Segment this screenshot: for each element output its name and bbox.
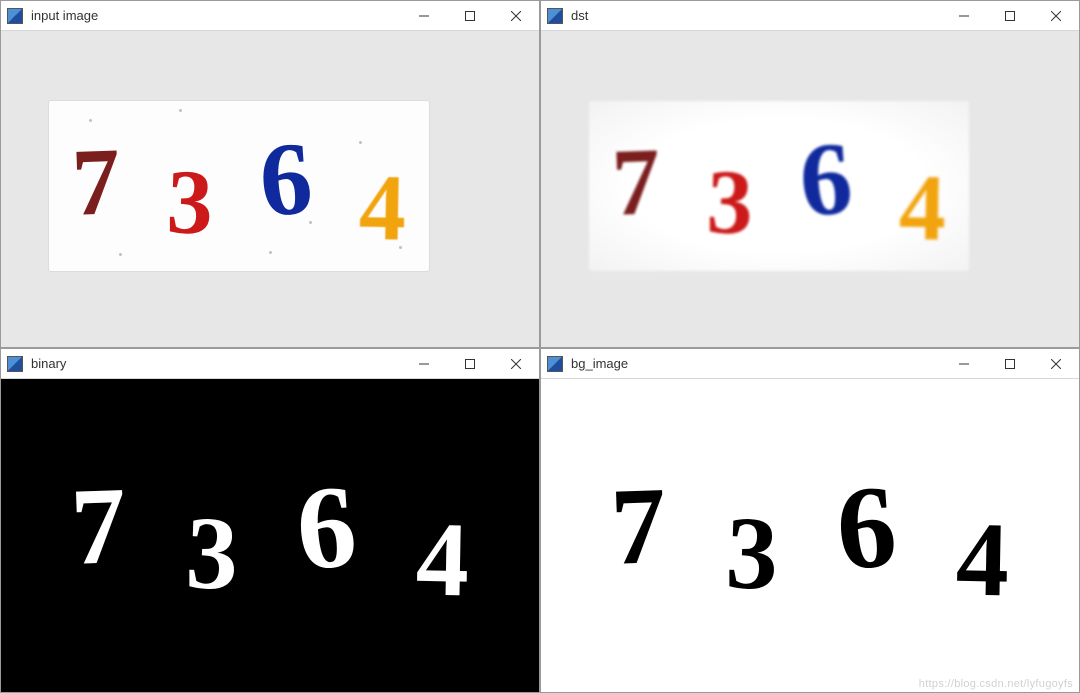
window-title: bg_image [571, 356, 628, 371]
titlebar-binary[interactable]: binary [1, 349, 539, 379]
noise-speck [269, 251, 272, 254]
minimize-button[interactable] [941, 349, 987, 379]
digit-7: 7 [69, 470, 128, 582]
app-icon [547, 8, 563, 24]
captcha-card: 7 3 6 4 [589, 101, 969, 271]
close-button[interactable] [1033, 1, 1079, 31]
noise-speck [399, 246, 402, 249]
app-icon [7, 8, 23, 24]
captcha-card: 7 3 6 4 [49, 101, 429, 271]
minimize-button[interactable] [401, 349, 447, 379]
digit-7: 7 [609, 470, 668, 582]
digit-6: 6 [293, 467, 360, 589]
maximize-button[interactable] [447, 1, 493, 31]
digit-4: 4 [898, 161, 947, 256]
digit-7: 7 [611, 133, 662, 231]
digit-3: 3 [724, 501, 780, 607]
noise-speck [359, 141, 362, 144]
window-title: dst [571, 8, 588, 23]
close-button[interactable] [493, 1, 539, 31]
window-input-image: input image 7 3 6 4 [0, 0, 540, 348]
digit-row: 7 3 6 4 [49, 101, 429, 271]
maximize-button[interactable] [987, 349, 1033, 379]
minimize-button[interactable] [401, 1, 447, 31]
digit-6: 6 [833, 467, 900, 589]
digit-6: 6 [256, 126, 315, 233]
app-icon [7, 356, 23, 372]
titlebar-input-image[interactable]: input image [1, 1, 539, 31]
noise-speck [309, 221, 312, 224]
titlebar-dst[interactable]: dst [541, 1, 1079, 31]
close-button[interactable] [1033, 349, 1079, 379]
digit-4: 4 [415, 506, 470, 613]
window-title: input image [31, 8, 98, 23]
digit-3: 3 [706, 155, 755, 249]
minimize-button[interactable] [941, 1, 987, 31]
digit-6: 6 [796, 126, 855, 233]
window-title: binary [31, 356, 66, 371]
digit-3: 3 [184, 501, 240, 607]
titlebar-bg-image[interactable]: bg_image [541, 349, 1079, 379]
digit-row: 7 3 6 4 [589, 101, 969, 271]
window-binary: binary 7 3 6 4 [0, 348, 540, 693]
noise-speck [89, 119, 92, 122]
digit-7: 7 [71, 133, 122, 231]
digit-4: 4 [358, 161, 407, 256]
digit-row: 7 3 6 4 [541, 379, 1079, 692]
digit-4: 4 [955, 506, 1010, 613]
digit-3: 3 [166, 155, 215, 249]
window-bg-image: bg_image 7 3 6 4 https://blog.csdn.net/l… [540, 348, 1080, 693]
digit-row: 7 3 6 4 [1, 379, 539, 692]
image-canvas: 7 3 6 4 https://blog.csdn.net/lyfugoyfs [541, 379, 1079, 692]
maximize-button[interactable] [987, 1, 1033, 31]
image-canvas: 7 3 6 4 [1, 31, 539, 347]
close-button[interactable] [493, 349, 539, 379]
watermark-text: https://blog.csdn.net/lyfugoyfs [919, 678, 1073, 690]
noise-speck [119, 253, 122, 256]
noise-speck [179, 109, 182, 112]
image-canvas: 7 3 6 4 [1, 379, 539, 692]
window-dst: dst 7 3 6 4 [540, 0, 1080, 348]
maximize-button[interactable] [447, 349, 493, 379]
image-canvas: 7 3 6 4 [541, 31, 1079, 347]
app-icon [547, 356, 563, 372]
